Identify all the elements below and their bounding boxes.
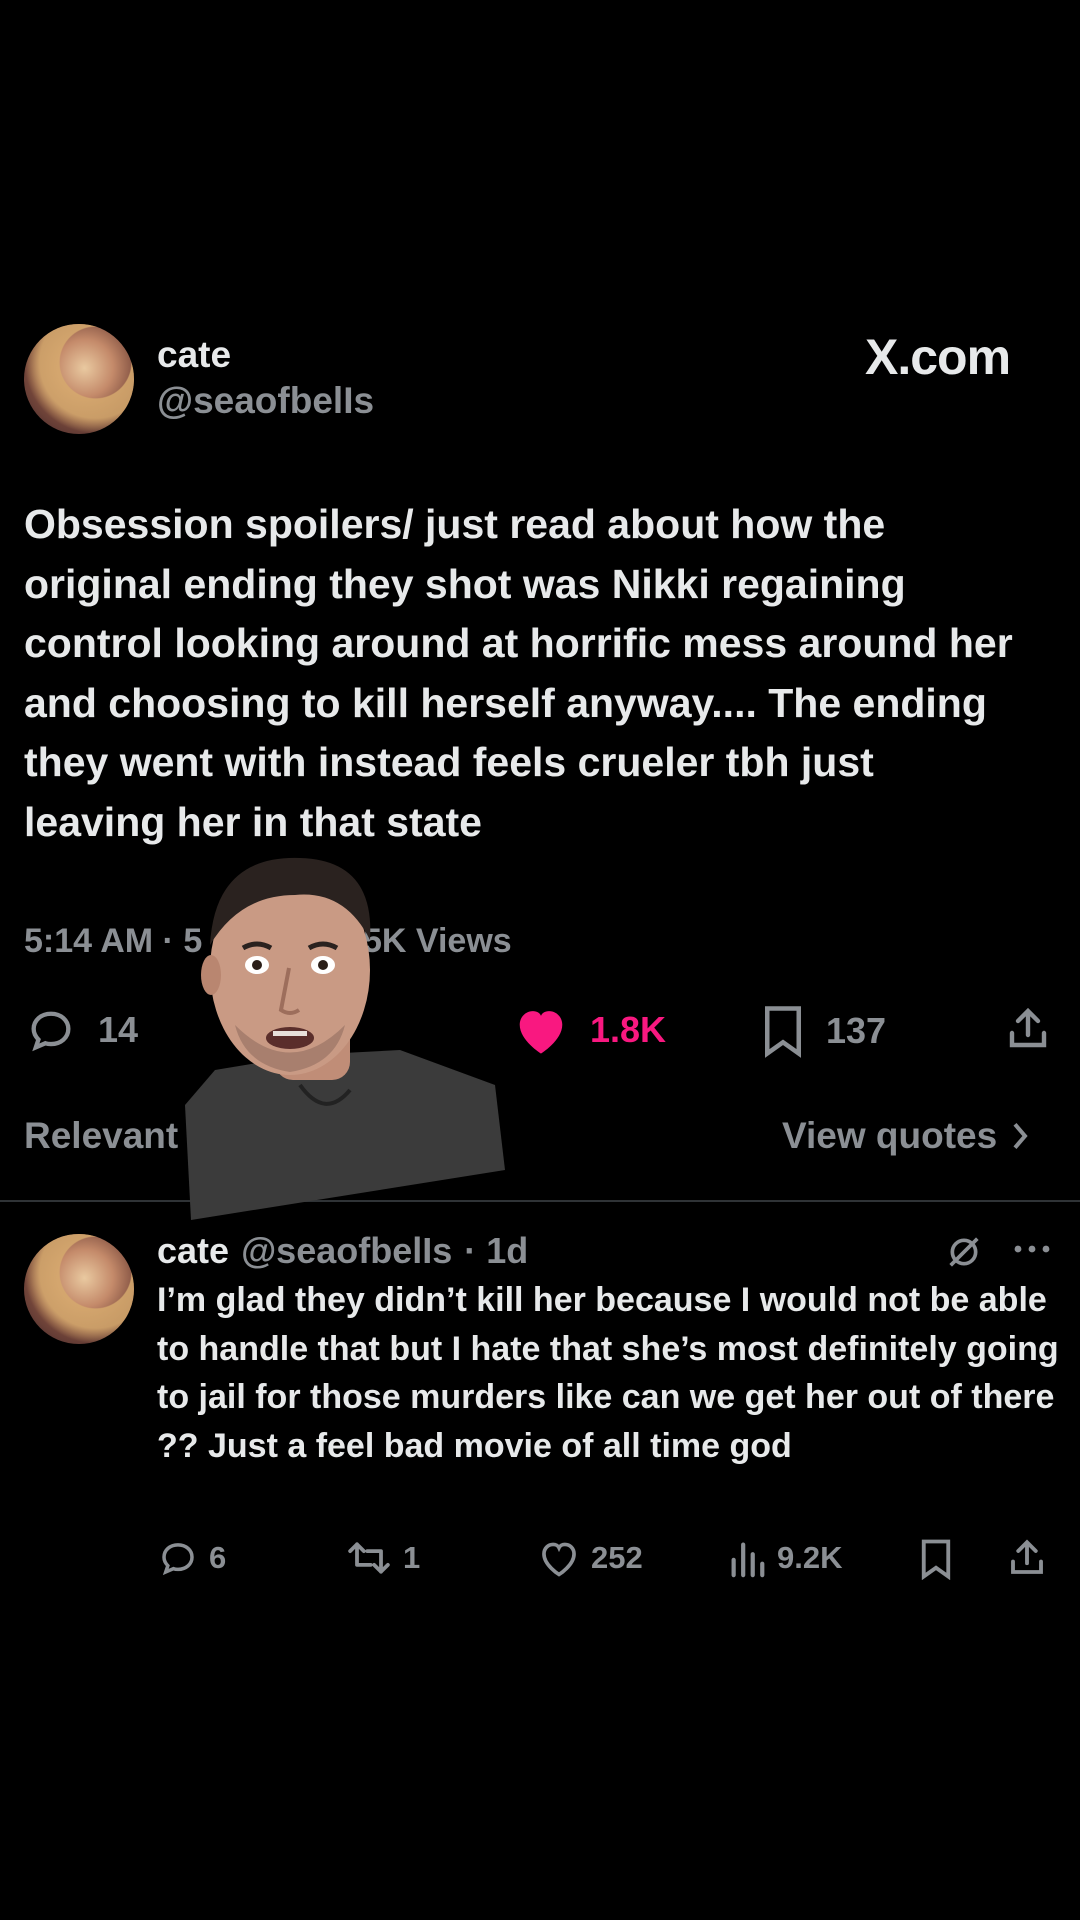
reply-repost-action[interactable]: 1	[345, 1537, 420, 1579]
bookmark-icon	[765, 1006, 801, 1058]
share-icon	[1011, 1539, 1043, 1574]
reply-share-button[interactable]	[1006, 1537, 1048, 1584]
reply-avatar[interactable]	[24, 1234, 134, 1344]
heart-icon	[519, 1011, 563, 1054]
reply-repost-count: 1	[403, 1540, 421, 1575]
share-icon	[1009, 1007, 1047, 1048]
reply-like-count: 252	[591, 1540, 643, 1575]
main-author-handle[interactable]: @seaofbelIs	[157, 380, 374, 422]
sort-relevant[interactable]: Relevant	[24, 1115, 178, 1157]
reply-header: cate @seaofbelIs · 1d	[157, 1230, 528, 1272]
reply-like-action[interactable]: 252	[537, 1537, 643, 1579]
bookmark-icon	[921, 1539, 951, 1581]
view-quotes-link[interactable]: View quotes	[782, 1115, 1029, 1157]
more-button[interactable]	[1012, 1242, 1052, 1261]
views-icon	[731, 1542, 765, 1578]
repost-icon	[348, 1542, 390, 1574]
divider	[0, 1200, 1080, 1202]
tweet-timestamp[interactable]: 5:14 AM · 5	[24, 922, 202, 961]
more-icon	[1014, 1245, 1050, 1253]
reply-bookmark-button[interactable]	[918, 1538, 954, 1585]
reply-reply-count: 6	[209, 1540, 227, 1575]
heart-icon	[542, 1542, 576, 1577]
share-button[interactable]	[1004, 1004, 1052, 1059]
grok-button[interactable]	[944, 1232, 984, 1277]
reply-action[interactable]: 14	[24, 1004, 138, 1056]
reply-time[interactable]: · 1d	[464, 1230, 528, 1272]
grok-icon	[949, 1237, 979, 1267]
reply-count: 14	[98, 1009, 139, 1050]
person-overlay-image	[185, 850, 510, 1220]
reply-author-handle[interactable]: @seaofbelIs	[241, 1230, 452, 1272]
view-quotes-label: View quotes	[782, 1115, 998, 1156]
main-tweet-text: Obsession spoilers/ just read about how …	[24, 501, 1013, 845]
chevron-right-icon	[1013, 1123, 1028, 1149]
reply-icon	[31, 1011, 71, 1052]
reply-reply-action[interactable]: 6	[157, 1537, 226, 1579]
reply-icon	[162, 1543, 194, 1576]
reply-author-name[interactable]: cate	[157, 1230, 229, 1272]
reply-views-count: 9.2K	[777, 1540, 843, 1575]
reply-views-action[interactable]: 9.2K	[727, 1537, 842, 1579]
reply-text: I’m glad they didn’t kill her because I …	[157, 1281, 1059, 1465]
main-avatar[interactable]	[24, 324, 134, 434]
site-label: X.com	[865, 329, 1011, 385]
bookmark-action[interactable]: 137	[760, 1004, 886, 1058]
bookmark-count: 137	[826, 1010, 887, 1051]
main-author-name[interactable]: cate	[157, 334, 231, 376]
like-action[interactable]: 1.8K	[512, 1004, 666, 1056]
like-count: 1.8K	[590, 1009, 667, 1050]
